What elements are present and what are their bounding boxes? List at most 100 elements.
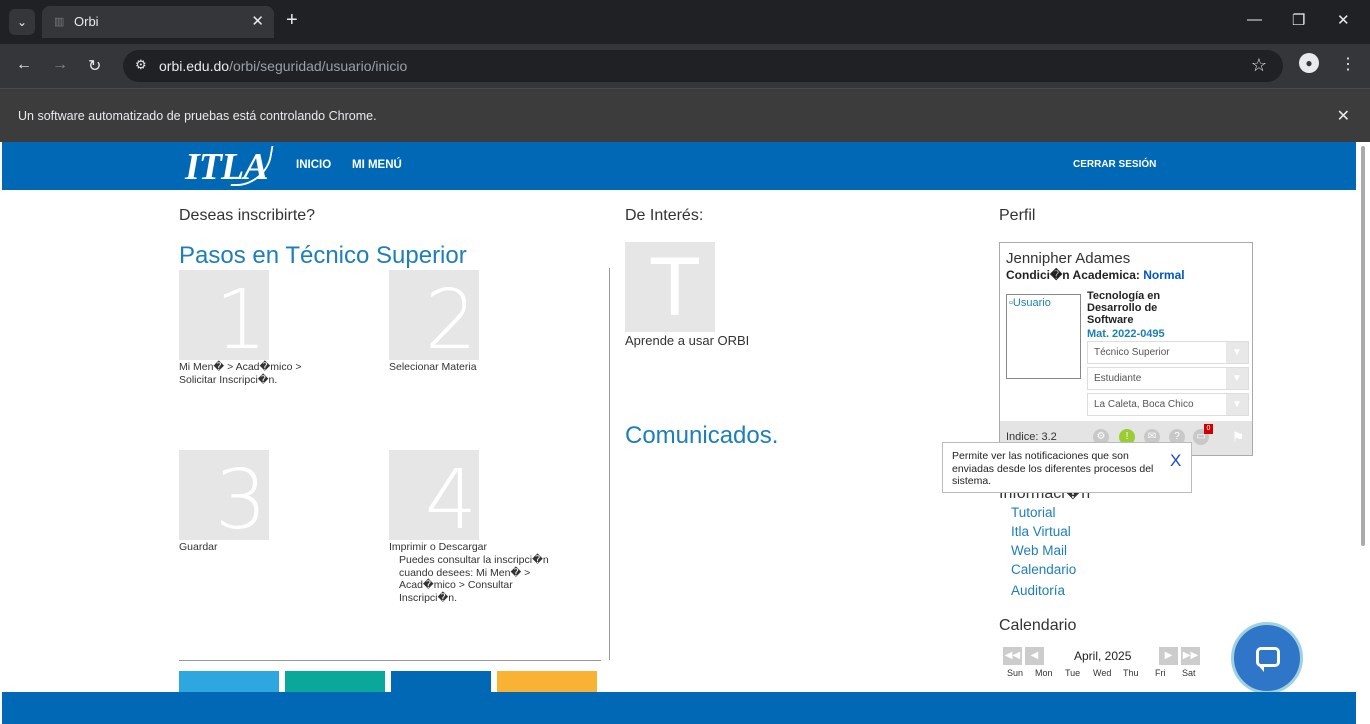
campus-select[interactable]: La Caleta, Boca Chico ▼ <box>1087 393 1249 416</box>
orbi-tutorial-tile[interactable]: T <box>625 242 715 334</box>
link-tutorial[interactable]: Tutorial <box>1011 505 1056 520</box>
bookmark-star-icon[interactable]: ☆ <box>1251 55 1267 76</box>
step-4-subtext: Puedes consultar la inscripci�n cuando d… <box>399 554 549 604</box>
notifications-badge: 0 <box>1204 424 1213 434</box>
nav-mi-menu[interactable]: MI MENÚ <box>352 159 402 171</box>
prev-month-icon[interactable]: ◀ <box>1025 647 1044 665</box>
window-close-icon[interactable]: ✕ <box>1337 11 1350 29</box>
scrollbar-thumb[interactable] <box>1361 146 1365 546</box>
browser-titlebar: ⌄ ▥ Orbi ✕ + — ❐ ✕ <box>0 0 1370 44</box>
inscribirte-heading: Deseas inscribirte? <box>179 207 316 224</box>
step-4-number: 4 <box>424 453 477 548</box>
steps-title-a: Pasos en <box>179 242 280 269</box>
steps-title-b: Técnico Superior <box>285 242 467 269</box>
campus-select-value: La Caleta, Boca Chico <box>1094 399 1194 410</box>
next-year-icon[interactable]: ▶▶ <box>1181 647 1200 665</box>
url-text[interactable]: orbi.edu.do/orbi/seguridad/usuario/inici… <box>159 58 407 74</box>
tile-2[interactable] <box>285 671 385 693</box>
infobar-text: Un software automatizado de pruebas está… <box>18 109 377 123</box>
level-select-value: Técnico Superior <box>1094 347 1170 358</box>
career-name: Tecnología en Desarrollo de Software <box>1087 290 1161 326</box>
chat-button[interactable] <box>1231 622 1303 694</box>
tab-title: Orbi <box>74 14 99 29</box>
forward-icon[interactable]: → <box>52 56 68 74</box>
tile-1[interactable] <box>179 671 279 693</box>
steps-title: Pasos en Técnico Superior <box>179 242 467 270</box>
logout-link[interactable]: CERRAR SESIÓN <box>1073 159 1156 170</box>
link-calendario[interactable]: Calendario <box>1011 562 1076 577</box>
photo-alt-text: Usuario <box>1012 297 1051 309</box>
comunicados-title: Comunicados. <box>625 422 779 449</box>
day-header: Mon <box>1035 668 1053 678</box>
tile-letter: T <box>651 244 699 334</box>
condition-label: Condici�n Academica: <box>1006 268 1140 282</box>
step-1-number: 1 <box>214 273 267 368</box>
tooltip-close-button[interactable]: X <box>1170 451 1181 471</box>
tile-3[interactable] <box>391 671 491 693</box>
step-3-number: 3 <box>214 453 267 548</box>
section-divider <box>179 660 601 661</box>
prev-year-icon[interactable]: ◀◀ <box>1003 647 1022 665</box>
step-2-number: 2 <box>424 273 477 368</box>
new-tab-button[interactable]: + <box>286 10 298 30</box>
tooltip-text: Permite ver las notificaciones que son e… <box>952 450 1154 487</box>
chevron-down-icon: ▼ <box>1226 342 1248 363</box>
reload-icon[interactable]: ↻ <box>88 56 101 76</box>
day-header: Thu <box>1123 668 1139 678</box>
menu-kebab-icon[interactable]: ⋮ <box>1340 54 1356 74</box>
omnibox[interactable]: ⚙ orbi.edu.do/orbi/seguridad/usuario/ini… <box>123 50 1283 82</box>
chevron-down-icon: ▼ <box>1226 394 1248 415</box>
matricula: Mat. 2022-0495 <box>1087 328 1165 340</box>
site-info-icon[interactable]: ⚙ <box>135 57 147 73</box>
profile-avatar-icon[interactable]: ● <box>1299 53 1319 73</box>
condition-value: Normal <box>1143 268 1185 282</box>
page-scrollbar[interactable] <box>1357 142 1370 724</box>
address-toolbar: ← → ↻ ⚙ orbi.edu.do/orbi/seguridad/usuar… <box>0 44 1370 88</box>
flag-icon[interactable]: ⚑ <box>1230 429 1246 445</box>
site-footer-bar <box>2 692 1356 724</box>
step-2-box: 2 <box>389 270 479 366</box>
role-select-value: Estudiante <box>1094 373 1142 384</box>
link-auditoria[interactable]: Auditoría <box>1011 583 1065 598</box>
next-month-icon[interactable]: ▶ <box>1159 647 1178 665</box>
nav-inicio[interactable]: INICIO <box>296 159 331 171</box>
step-3-text: Guardar <box>179 541 218 553</box>
day-header: Fri <box>1155 668 1166 678</box>
column-divider <box>609 268 610 660</box>
step-4-text: Imprimir o Descargar <box>389 541 488 553</box>
chat-bubble-icon <box>1256 647 1280 667</box>
academic-condition: Condici�n Academica: Normal <box>1006 268 1185 282</box>
chevron-down-icon: ▼ <box>1226 368 1248 389</box>
link-itla-virtual[interactable]: Itla Virtual <box>1011 524 1071 539</box>
profile-card: Jennipher Adames Condici�n Academica: No… <box>999 242 1253 456</box>
interes-heading: De Interés: <box>625 207 704 224</box>
step-1-box: 1 <box>179 270 269 366</box>
step-4-box: 4 <box>389 450 479 546</box>
step-3-box: 3 <box>179 450 269 546</box>
calendar-month: April, 2025 <box>1074 649 1132 663</box>
tile-4[interactable] <box>497 671 597 693</box>
day-header: Tue <box>1065 668 1081 678</box>
day-header: Sun <box>1007 668 1024 678</box>
restore-icon[interactable]: ❐ <box>1292 11 1305 29</box>
tab-close-icon[interactable]: ✕ <box>251 12 264 30</box>
user-photo: ▫Usuario <box>1006 294 1081 379</box>
day-header: Sat <box>1182 668 1196 678</box>
level-select[interactable]: Técnico Superior ▼ <box>1087 341 1249 364</box>
perfil-heading: Perfil <box>999 207 1036 224</box>
automation-infobar: Un software automatizado de pruebas está… <box>0 88 1370 142</box>
link-web-mail[interactable]: Web Mail <box>1011 543 1067 558</box>
step-1-text: Mi Men� > Acad�mico > Solicitar Inscripc… <box>179 361 302 386</box>
minimize-icon[interactable]: — <box>1247 11 1262 28</box>
tab-search-button[interactable]: ⌄ <box>9 9 35 35</box>
back-icon[interactable]: ← <box>16 56 32 74</box>
step-2-text: Selecionar Materia <box>389 361 477 373</box>
infobar-close-icon[interactable]: ✕ <box>1337 106 1350 126</box>
orbi-tutorial-caption[interactable]: Aprende a usar ORBI <box>625 333 749 348</box>
browser-tab[interactable]: ▥ Orbi ✕ <box>42 6 274 38</box>
notifications-tooltip: Permite ver las notificaciones que son e… <box>942 442 1192 493</box>
tab-favicon-icon: ▥ <box>54 16 65 28</box>
role-select[interactable]: Estudiante ▼ <box>1087 367 1249 390</box>
site-header: ITLA INICIO MI MENÚ CERRAR SESIÓN <box>2 142 1356 190</box>
day-header: Wed <box>1093 668 1112 678</box>
